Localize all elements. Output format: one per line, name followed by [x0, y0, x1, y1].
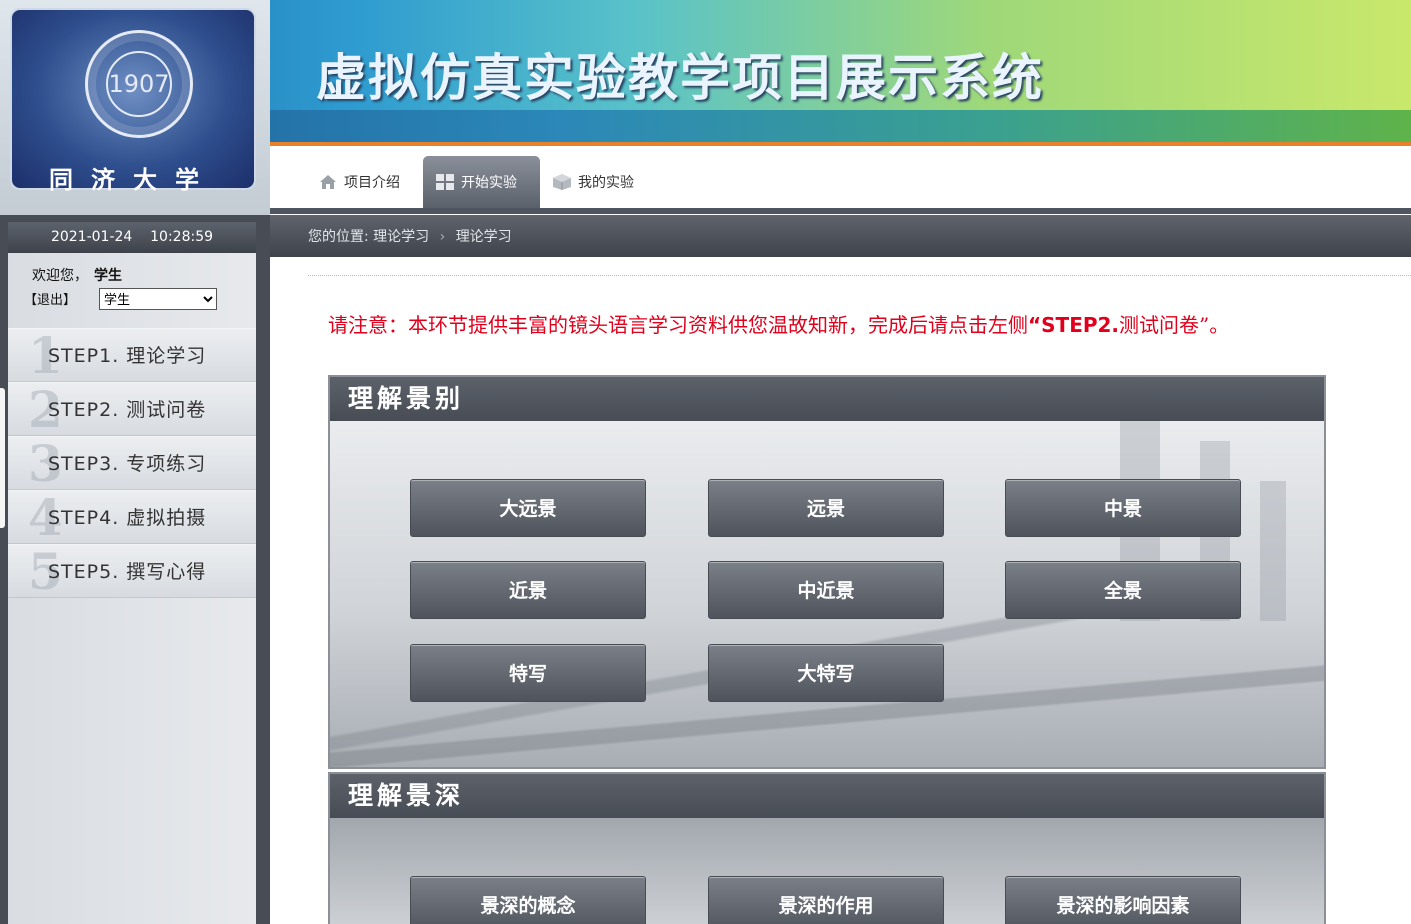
step-label: STEP4. 虚拟拍摄: [48, 507, 207, 529]
step-label: STEP1. 理论学习: [48, 345, 207, 367]
section-depth-of-field: 理解景深 景深的概念 景深的作用 景深的影响因素: [328, 772, 1326, 924]
nav-label: 开始实验: [461, 175, 517, 191]
section-title: 理解景别: [330, 377, 1324, 421]
shot-size-button[interactable]: 特写: [410, 644, 646, 702]
step-menu: 1 STEP1. 理论学习 2 STEP2. 测试问卷 3 STEP3. 专项练…: [8, 328, 256, 599]
current-date: 2021-01-24: [50, 229, 133, 245]
university-logo[interactable]: 1907 同济大学: [10, 8, 256, 194]
shot-size-button[interactable]: 大特写: [708, 644, 944, 702]
breadcrumb-separator: ›: [439, 229, 446, 245]
nav-item-project-intro[interactable]: 项目介绍: [306, 156, 412, 208]
university-name: 同济大学: [49, 165, 217, 194]
step-label: STEP3. 专项练习: [48, 453, 207, 475]
system-title: 虚拟仿真实验教学项目展示系统: [316, 48, 1044, 107]
breadcrumb-prefix: 您的位置:: [308, 229, 369, 245]
breadcrumb-bar: 您的位置: 理论学习 › 理论学习: [270, 215, 1411, 257]
section-shot-size: 理解景别 大远景 远景 中景 近景 中近景 全景 特写 大特写: [328, 375, 1326, 769]
step-label: STEP2. 测试问卷: [48, 399, 207, 421]
depth-of-field-button[interactable]: 景深的概念: [410, 876, 646, 924]
shot-size-button[interactable]: 大远景: [410, 479, 646, 537]
box-icon: [553, 174, 571, 190]
logo-panel: 1907 同济大学: [0, 0, 270, 215]
sidebar-collapse-handle[interactable]: [0, 388, 5, 528]
nav-bottom-bar: [270, 208, 1411, 214]
current-time: 10:28:59: [150, 229, 214, 245]
sidebar-item-step5[interactable]: 5 STEP5. 撰写心得: [8, 544, 256, 599]
step-label: STEP5. 撰写心得: [48, 561, 207, 583]
sidebar-item-step1[interactable]: 1 STEP1. 理论学习: [8, 328, 256, 383]
shot-size-button[interactable]: 全景: [1005, 561, 1241, 619]
welcome-message: 欢迎您， 学生: [32, 265, 122, 285]
grid-icon: [436, 174, 454, 190]
shot-size-button[interactable]: 远景: [708, 479, 944, 537]
content-divider: [308, 275, 1411, 276]
depth-of-field-button[interactable]: 景深的作用: [708, 876, 944, 924]
nav-item-start-experiment[interactable]: 开始实验: [423, 156, 540, 208]
seal-emblem: 1907: [106, 51, 172, 117]
section-body: 大远景 远景 中景 近景 中近景 全景 特写 大特写: [330, 421, 1324, 767]
shot-size-button[interactable]: 近景: [410, 561, 646, 619]
depth-of-field-button[interactable]: 景深的影响因素: [1005, 876, 1241, 924]
top-nav: 项目介绍 开始实验 我的实验: [270, 146, 1411, 208]
breadcrumb-level2[interactable]: 理论学习: [456, 229, 512, 245]
nav-label: 我的实验: [578, 175, 634, 191]
section-title: 理解景深: [330, 774, 1324, 818]
home-icon: [320, 175, 336, 189]
sidebar-item-step2[interactable]: 2 STEP2. 测试问卷: [8, 382, 256, 437]
shot-size-button[interactable]: 中近景: [708, 561, 944, 619]
section-body: 景深的概念 景深的作用 景深的影响因素: [330, 818, 1324, 924]
notice-part1: 请注意：本环节提供丰富的镜头语言学习资料供您温故知新，完成后请点击左侧: [328, 313, 1028, 337]
role-select[interactable]: 学生: [99, 288, 217, 310]
nav-label: 项目介绍: [344, 175, 400, 191]
sidebar-item-step3[interactable]: 3 STEP3. 专项练习: [8, 436, 256, 491]
welcome-label: 欢迎您，: [32, 268, 88, 284]
university-seal-icon: 1907: [85, 30, 193, 138]
breadcrumb: 您的位置: 理论学习 › 理论学习: [308, 215, 512, 259]
notice-text: 请注意：本环节提供丰富的镜头语言学习资料供您温故知新，完成后请点击左侧“STEP…: [328, 309, 1229, 338]
breadcrumb-level1[interactable]: 理论学习: [373, 229, 429, 245]
user-name: 学生: [94, 268, 122, 284]
logout-link[interactable]: 【退出】: [24, 289, 76, 308]
nav-item-my-experiments[interactable]: 我的实验: [540, 156, 646, 208]
notice-part3: 测试问卷”。: [1119, 313, 1230, 337]
shot-size-button[interactable]: 中景: [1005, 479, 1241, 537]
sidebar-item-step4[interactable]: 4 STEP4. 虚拟拍摄: [8, 490, 256, 545]
date-time-display: 2021-01-24 10:28:59: [8, 222, 256, 253]
notice-step-ref: “STEP2.: [1028, 313, 1120, 337]
